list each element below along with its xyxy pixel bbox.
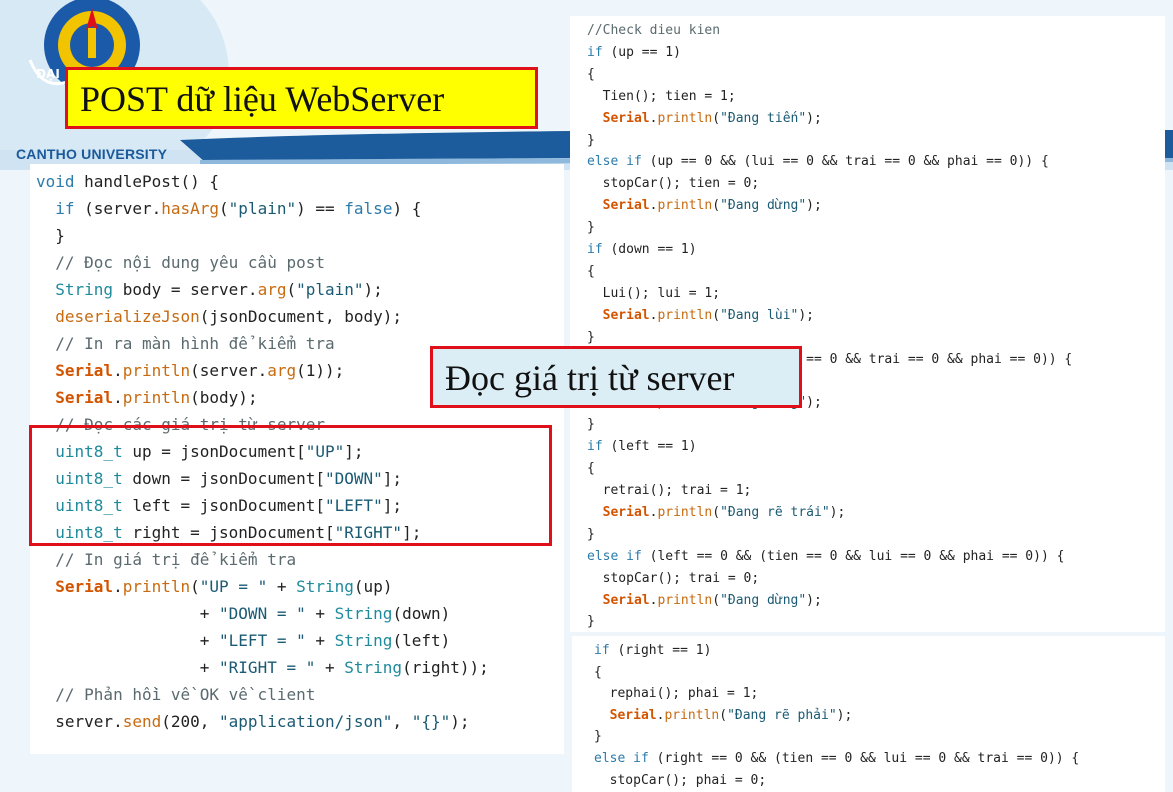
code-line: }	[587, 220, 595, 236]
code-line: {	[587, 66, 595, 82]
code-line: }	[587, 132, 595, 148]
code-line: }	[587, 614, 595, 630]
code-line: {	[587, 461, 595, 477]
code-line: rephai(); phai = 1;	[594, 686, 759, 702]
code-line: + "RIGHT = " + String(right));	[36, 658, 489, 677]
highlight-box-read-values	[29, 425, 552, 546]
code-line: Serial.println("Đang lùi");	[602, 307, 815, 323]
code-line: if (left == 1)	[587, 439, 697, 455]
code-line: stopCar(); trai = 0;	[587, 570, 760, 586]
code-line: Serial.println("UP = " + String(up)	[55, 577, 393, 596]
code-line: // In giá trị để kiểm tra	[55, 550, 297, 569]
code-line: + "DOWN = " + String(down)	[36, 604, 451, 623]
code-line: void handlePost() {	[36, 172, 220, 191]
svg-text:ĐẠI: ĐẠI	[36, 67, 60, 81]
code-line: Serial.println("Đang tiến");	[602, 110, 822, 126]
code-line: + "LEFT = " + String(left)	[36, 631, 451, 650]
code-line: Serial.println("Đang dừng");	[602, 592, 822, 608]
code-block-right-condition: if (right == 1) { rephai(); phai = 1; Ser…	[572, 636, 1165, 791]
code-line: else if (left == 0 && (tien == 0 && lui …	[587, 548, 1065, 564]
title-post-text: POST dữ liệu WebServer	[80, 79, 445, 119]
code-line: else if (up == 0 && (lui == 0 && trai ==…	[587, 154, 1049, 170]
code-line: server.send(200, "application/json", "{}…	[36, 712, 470, 731]
code-line: if (right == 1)	[594, 643, 712, 658]
code-line: if (server.hasArg("plain") == false) {	[55, 199, 422, 218]
title-read-server: Đọc giá trị từ server	[430, 346, 802, 408]
code-block-check-conditions: //Check dieu kien if (up == 1) { Tien(); t…	[570, 16, 1165, 633]
title-read-text: Đọc giá trị từ server	[445, 358, 735, 398]
code-line: }	[587, 417, 595, 433]
code-panel-check-conditions: //Check dieu kien if (up == 1) { Tien(); t…	[570, 16, 1165, 632]
code-line: }	[36, 226, 65, 245]
code-line: if (up == 1)	[587, 44, 681, 60]
code-line: String body = server.arg("plain");	[55, 280, 383, 299]
code-line: Lui(); lui = 1;	[587, 285, 721, 301]
code-line: {	[594, 664, 602, 680]
code-line: Tien(); tien = 1;	[587, 88, 736, 104]
code-line: retrai(); trai = 1;	[587, 483, 752, 499]
code-line: Serial.println("Đang rẽ trái");	[602, 504, 846, 520]
title-post-webserver: POST dữ liệu WebServer	[65, 67, 538, 129]
code-line: // Đọc nội dung yêu cầu post	[55, 253, 325, 272]
code-line: {	[587, 263, 595, 279]
code-line: stopCar(); tien = 0;	[587, 176, 760, 192]
code-line: stopCar(); phai = 0;	[594, 772, 767, 788]
code-line: //Check dieu kien	[587, 23, 721, 38]
code-line: if (down == 1)	[587, 242, 697, 258]
code-line: Serial.println("Đang rẽ phải");	[609, 707, 853, 723]
code-line: deserializeJson(jsonDocument, body);	[55, 307, 403, 326]
code-panel-right-condition: if (right == 1) { rephai(); phai = 1; Ser…	[572, 636, 1165, 792]
code-line: }	[587, 526, 595, 542]
code-line: // Phản hồi về OK về client	[55, 685, 316, 704]
code-line: }	[594, 729, 602, 745]
code-line: Serial.println("Đang dừng");	[602, 198, 822, 214]
university-name: CANTHO UNIVERSITY	[16, 146, 168, 162]
code-line: else if (right == 0 && (tien == 0 && lui…	[594, 750, 1080, 766]
